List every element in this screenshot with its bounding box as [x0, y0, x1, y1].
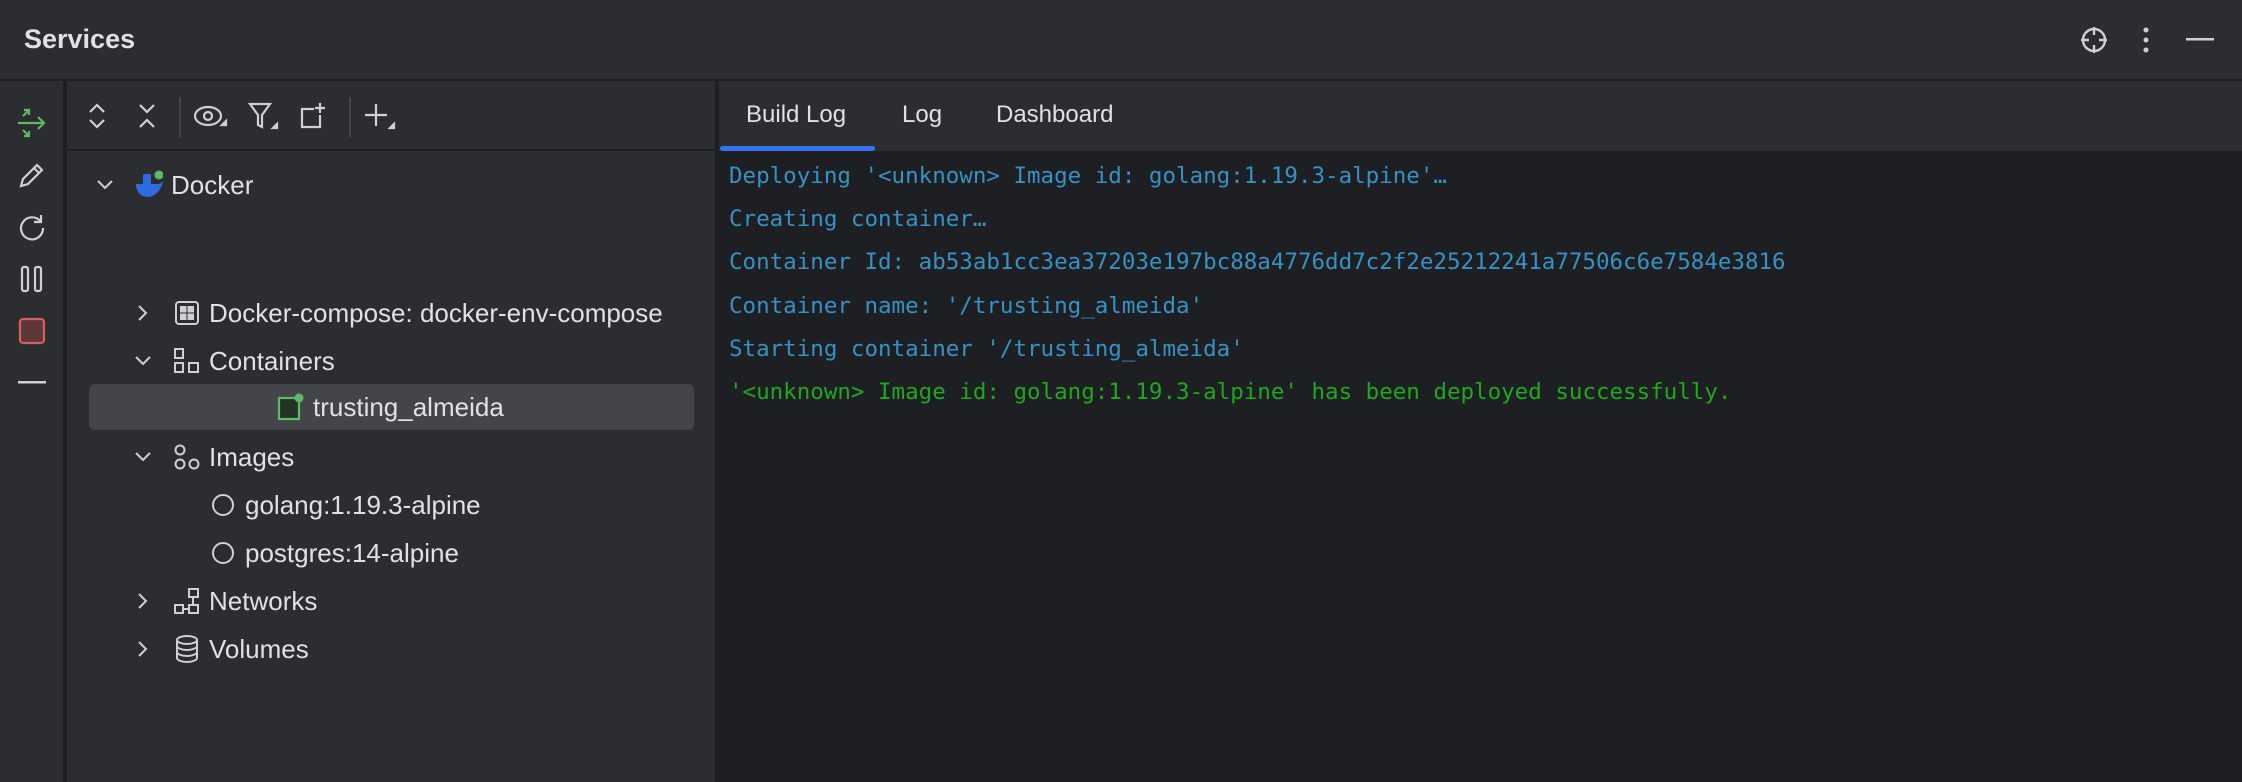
tree-item-images[interactable]: Images [133, 434, 294, 480]
actions-strip [0, 81, 65, 782]
tree-item-label: Containers [209, 345, 335, 376]
tree-item-containers[interactable]: Containers [133, 338, 335, 384]
chevron-down-icon[interactable] [133, 351, 153, 371]
refresh-icon[interactable] [14, 209, 50, 245]
containers-icon [173, 347, 201, 375]
log-line-success: '<unknown> Image id: golang:1.19.3-alpin… [729, 379, 1732, 405]
tree-item-label: Docker-compose: docker-env-compose [209, 297, 663, 328]
docker-icon [135, 170, 163, 199]
tree-item-label: golang:1.19.3-alpine [245, 489, 481, 520]
tree-item-label: trusting_almeida [313, 391, 504, 422]
tab-log[interactable]: Log [902, 101, 942, 129]
tab-bar: Build Log Log Dashboard [719, 81, 2242, 151]
tree-item-label: postgres:14-alpine [245, 537, 459, 568]
tree-item-label: Networks [209, 585, 318, 616]
chevron-right-icon[interactable] [133, 639, 153, 659]
toolbar-divider [179, 97, 181, 137]
log-line: Starting container '/trusting_almeida' [729, 336, 1244, 362]
tree-item-trusting-almeida[interactable]: trusting_almeida [89, 384, 694, 430]
tree-item-label: Volumes [209, 633, 309, 664]
compose-icon [173, 299, 201, 327]
tree-item-docker[interactable]: Docker [95, 162, 253, 208]
filter-icon[interactable] [245, 98, 281, 134]
container-running-icon [277, 393, 305, 421]
stop-icon[interactable] [14, 313, 50, 349]
chevron-down-icon[interactable] [133, 447, 153, 467]
expand-all-icon[interactable] [79, 98, 115, 134]
tool-window-header: Services [0, 0, 2242, 81]
log-line: Container name: '/trusting_almeida' [729, 293, 1204, 319]
tree-item-networks[interactable]: Networks [133, 578, 317, 624]
chevron-right-icon[interactable] [133, 591, 153, 611]
chevron-right-icon[interactable] [133, 303, 153, 323]
tree-item-volumes[interactable]: Volumes [133, 626, 309, 672]
tool-window-title: Services [24, 24, 136, 54]
tab-build-log[interactable]: Build Log [746, 101, 846, 129]
view-options-icon[interactable] [192, 98, 228, 134]
add-service-icon[interactable] [361, 98, 397, 134]
tree-item-label: Images [209, 441, 295, 472]
new-group-icon[interactable] [295, 98, 331, 134]
log-line: Deploying '<unknown> Image id: golang:1.… [729, 163, 1447, 189]
edit-icon[interactable] [14, 157, 50, 193]
locate-icon[interactable] [2076, 22, 2112, 58]
active-tab-indicator [720, 146, 875, 151]
tree-item-label: Docker [171, 169, 254, 200]
log-line: Container Id: ab53ab1cc3ea37203e197bc88a… [729, 249, 1786, 275]
tree-item-golang-image[interactable]: golang:1.19.3-alpine [209, 482, 481, 528]
deploy-icon[interactable] [14, 105, 50, 141]
collapse-icon[interactable] [14, 365, 50, 401]
networks-icon [173, 587, 201, 615]
tree-item-postgres-image[interactable]: postgres:14-alpine [209, 530, 459, 576]
log-line: Creating container… [729, 206, 987, 232]
chevron-down-icon[interactable] [95, 175, 115, 195]
tab-dashboard[interactable]: Dashboard [996, 101, 1113, 129]
image-icon [209, 539, 237, 567]
minimize-icon[interactable] [2182, 22, 2218, 58]
images-icon [173, 443, 201, 471]
collapse-all-icon[interactable] [129, 98, 165, 134]
image-icon [209, 491, 237, 519]
tree-item-docker-compose[interactable]: Docker-compose: docker-env-compose [133, 290, 663, 336]
services-tree-panel: Docker Docker-compose: docker-env-compos… [67, 81, 717, 782]
more-options-icon[interactable] [2128, 22, 2164, 58]
volumes-icon [173, 635, 201, 663]
tree-toolbar [67, 81, 715, 151]
pause-icon[interactable] [14, 261, 50, 297]
toolbar-divider [349, 97, 351, 137]
details-panel: Build Log Log Dashboard Deploying '<unkn… [719, 81, 2242, 782]
